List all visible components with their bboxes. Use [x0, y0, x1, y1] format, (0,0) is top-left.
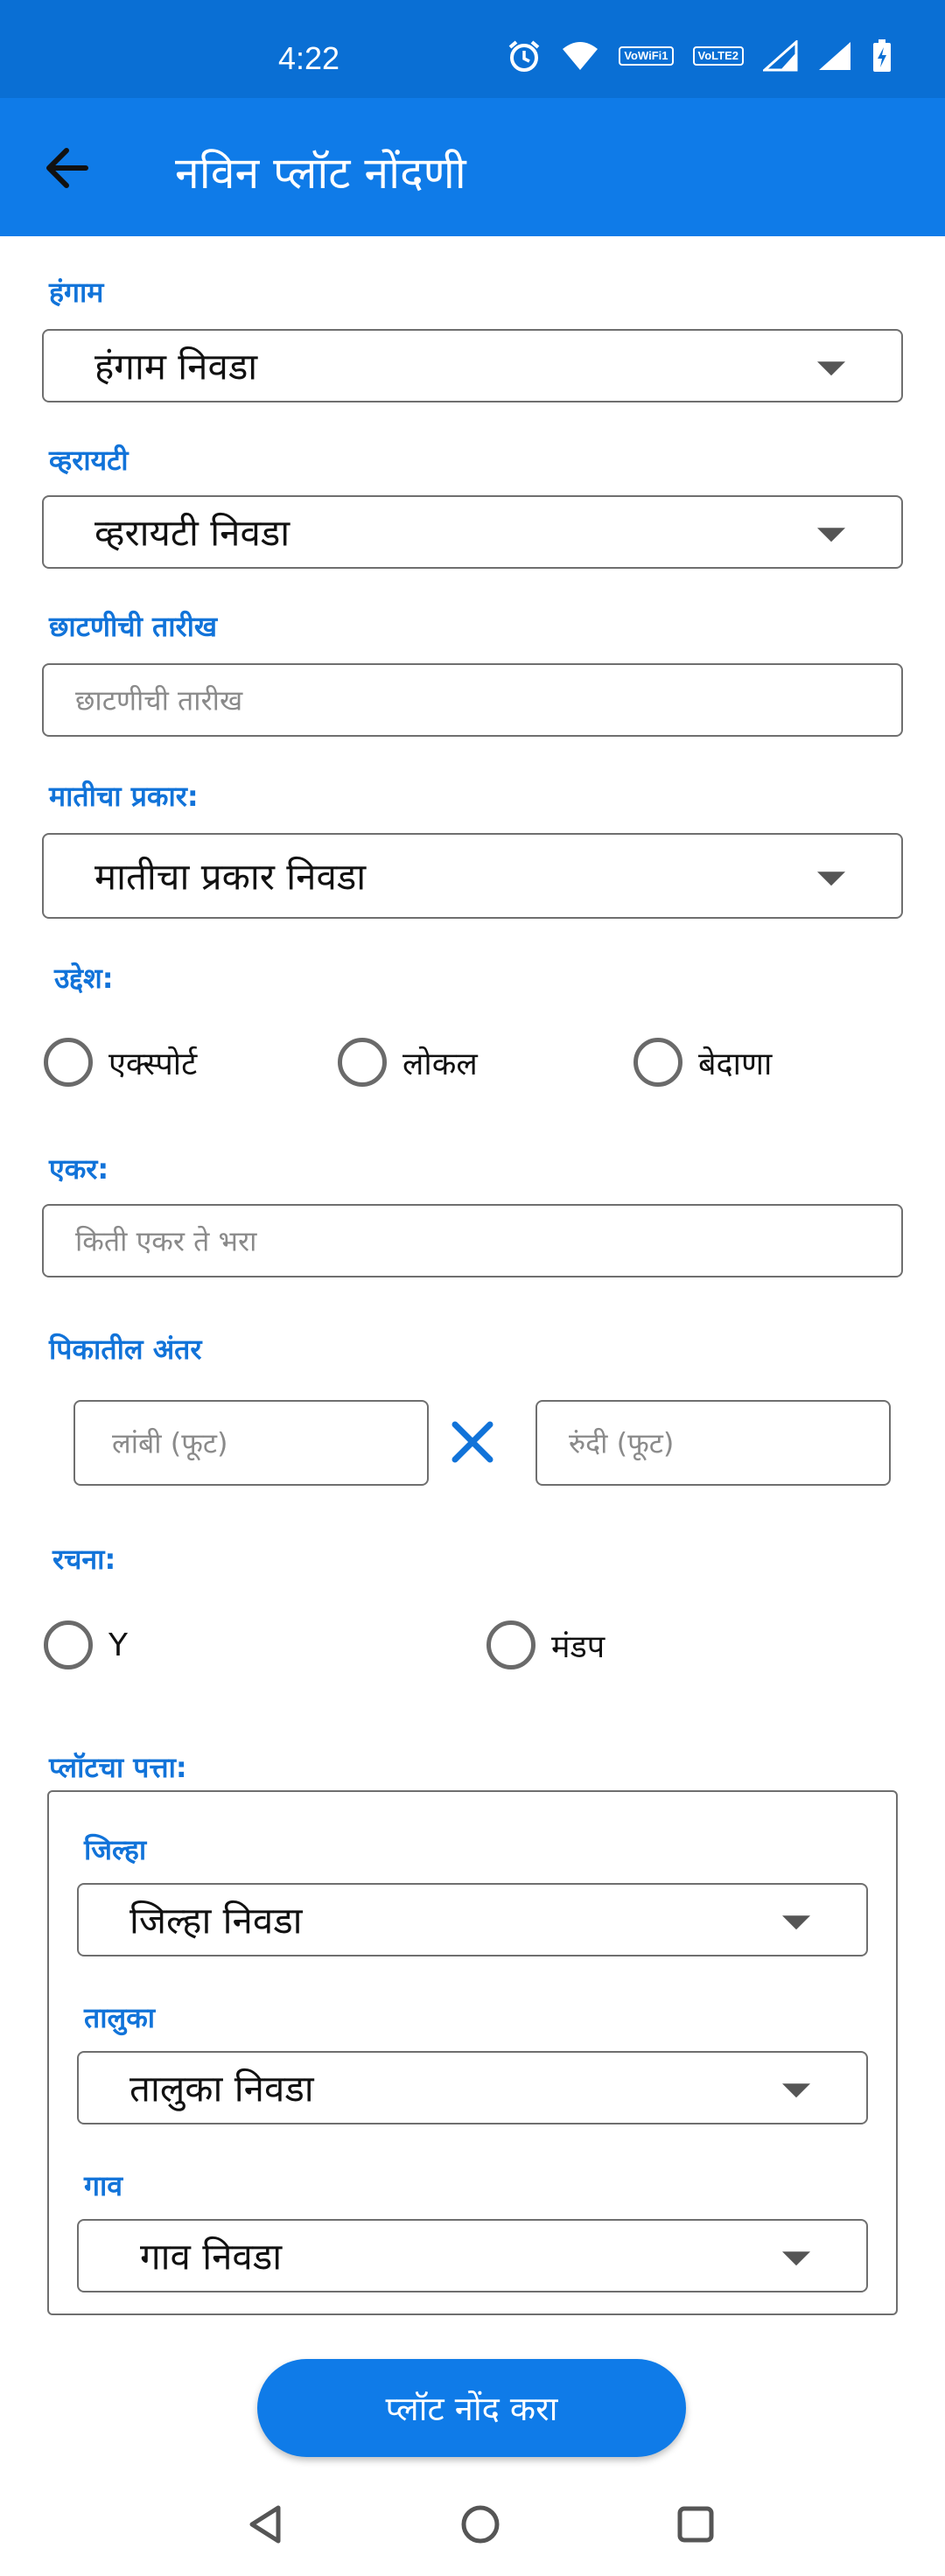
- soil-type-label: मातीचा प्रकार:: [49, 780, 199, 813]
- register-plot-button[interactable]: प्लॉट नोंद करा: [257, 2359, 686, 2457]
- page-title: नविन प्लॉट नोंदणी: [175, 148, 466, 199]
- address-label: प्लॉटचा पत्ता:: [49, 1751, 187, 1784]
- village-dropdown-value: गाव निवडा: [140, 2235, 283, 2278]
- pruning-date-label: छाटणीची तारीख: [49, 610, 218, 643]
- village-label: गाव: [84, 2169, 123, 2202]
- season-label: हंगाम: [49, 276, 104, 309]
- nav-recents-button[interactable]: [665, 2494, 726, 2555]
- spacing-label: पिकातील अंतर: [49, 1333, 202, 1366]
- purpose-option-local: लोकल: [402, 1046, 478, 1082]
- signal-icon-1: [763, 40, 798, 72]
- square-recents-icon: [677, 2506, 714, 2543]
- acre-label: एकर:: [49, 1152, 109, 1186]
- radio-circle: [44, 1620, 93, 1670]
- nav-back-button[interactable]: [234, 2494, 296, 2555]
- soil-type-dropdown-value: मातीचा प्रकार निवडा: [94, 855, 367, 899]
- acre-placeholder: किती एकर ते भरा: [75, 1224, 257, 1258]
- status-bar: 4:22 VoWiFi1 VoLTE2: [0, 0, 945, 98]
- wifi-icon: [561, 40, 599, 72]
- signal-icon-2: [817, 40, 852, 72]
- app-bar: नविन प्लॉट नोंदणी: [0, 98, 945, 236]
- structure-option-y: Y: [108, 1627, 128, 1663]
- season-dropdown[interactable]: हंगाम निवडा: [42, 329, 903, 402]
- purpose-option-export: एक्स्पोर्ट: [108, 1046, 198, 1082]
- pruning-date-field[interactable]: छाटणीची तारीख: [42, 663, 903, 737]
- system-nav-bar: [0, 2476, 945, 2576]
- radio-circle: [634, 1038, 682, 1087]
- purpose-radio-raisin[interactable]: बेदाणा: [634, 1038, 772, 1087]
- dropdown-arrow-icon: [817, 361, 845, 376]
- variety-label: व्हरायटी: [49, 444, 129, 477]
- village-dropdown[interactable]: गाव निवडा: [77, 2219, 868, 2292]
- structure-radio-y[interactable]: Y: [44, 1620, 128, 1670]
- vowifi-badge: VoWiFi1: [619, 46, 674, 66]
- alarm-icon: [507, 38, 542, 74]
- dropdown-arrow-icon: [782, 2251, 810, 2266]
- dropdown-arrow-icon: [782, 1915, 810, 1930]
- times-icon: [452, 1421, 494, 1463]
- purpose-label: उद्देश:: [54, 962, 114, 995]
- structure-label: रचना:: [52, 1543, 116, 1576]
- battery-charging-icon: [872, 38, 892, 74]
- district-label: जिल्हा: [84, 1833, 147, 1866]
- triangle-back-icon: [249, 2505, 281, 2544]
- variety-dropdown-value: व्हरायटी निवडा: [94, 511, 290, 555]
- season-dropdown-value: हंगाम निवडा: [94, 345, 258, 388]
- spacing-width-placeholder: रुंदी (फूट): [569, 1426, 675, 1460]
- radio-circle: [486, 1620, 536, 1670]
- nav-home-button[interactable]: [450, 2494, 511, 2555]
- acre-field[interactable]: किती एकर ते भरा: [42, 1204, 903, 1278]
- district-dropdown[interactable]: जिल्हा निवडा: [77, 1883, 868, 1956]
- status-time: 4:22: [278, 40, 340, 76]
- dropdown-arrow-icon: [782, 2083, 810, 2098]
- radio-circle: [44, 1038, 93, 1087]
- taluka-label: तालुका: [84, 2001, 156, 2034]
- taluka-dropdown[interactable]: तालुका निवडा: [77, 2051, 868, 2124]
- purpose-radio-local[interactable]: लोकल: [338, 1038, 478, 1087]
- structure-option-mandap: मंडप: [551, 1628, 606, 1665]
- back-button[interactable]: [35, 136, 98, 200]
- structure-radio-mandap[interactable]: मंडप: [486, 1620, 605, 1670]
- dropdown-arrow-icon: [817, 872, 845, 886]
- purpose-option-raisin: बेदाणा: [698, 1046, 773, 1082]
- pruning-date-placeholder: छाटणीची तारीख: [75, 683, 243, 718]
- spacing-length-field[interactable]: लांबी (फूट): [74, 1400, 429, 1486]
- taluka-dropdown-value: तालुका निवडा: [130, 2067, 314, 2110]
- arrow-back-icon: [46, 148, 88, 188]
- purpose-radio-export[interactable]: एक्स्पोर्ट: [44, 1038, 197, 1087]
- variety-dropdown[interactable]: व्हरायटी निवडा: [42, 495, 903, 569]
- volte-badge: VoLTE2: [692, 46, 744, 66]
- spacing-width-field[interactable]: रुंदी (फूट): [536, 1400, 891, 1486]
- radio-circle: [338, 1038, 387, 1087]
- status-icons: VoWiFi1 VoLTE2: [507, 38, 892, 74]
- spacing-length-placeholder: लांबी (फूट): [112, 1426, 228, 1460]
- district-dropdown-value: जिल्हा निवडा: [130, 1899, 303, 1942]
- dropdown-arrow-icon: [817, 528, 845, 542]
- circle-home-icon: [461, 2505, 500, 2544]
- soil-type-dropdown[interactable]: मातीचा प्रकार निवडा: [42, 833, 903, 919]
